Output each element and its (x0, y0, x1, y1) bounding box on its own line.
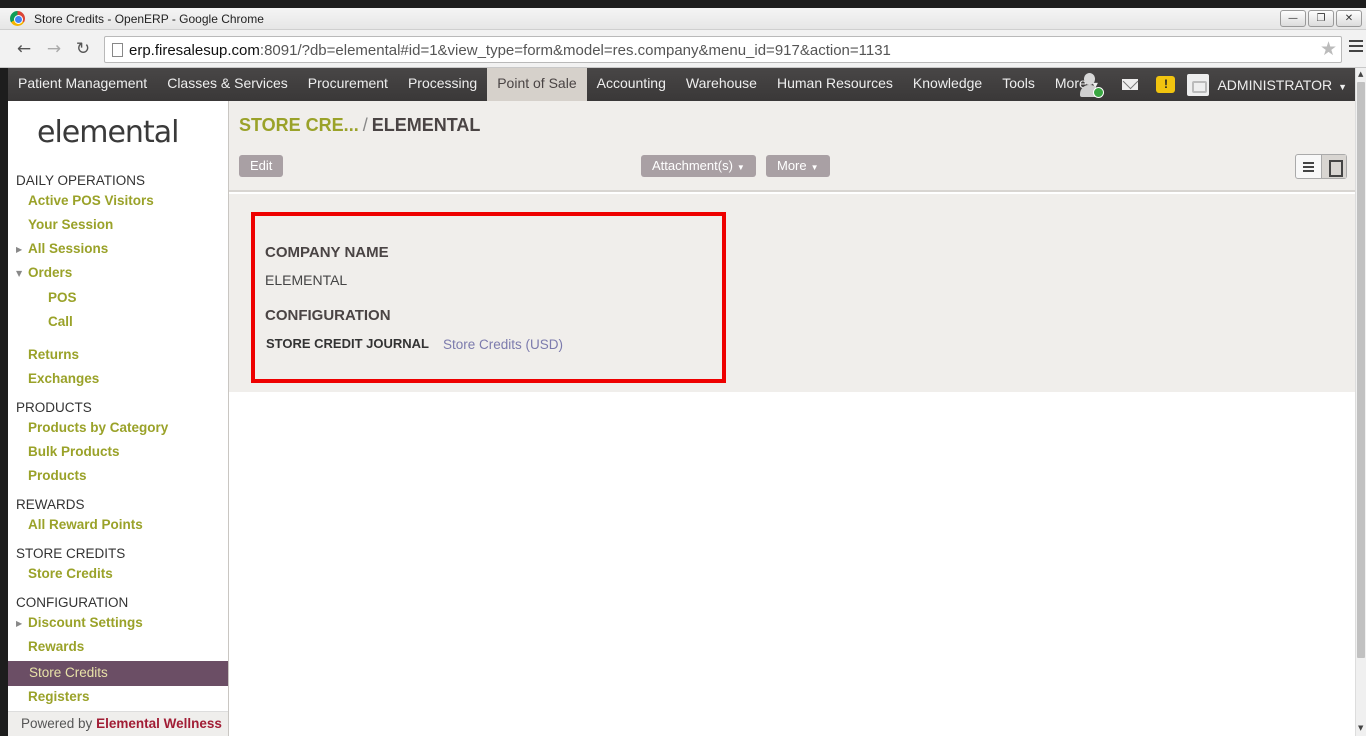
page-icon (112, 43, 123, 57)
url-text[interactable]: erp.firesalesup.com:8091/?db=elemental#i… (129, 42, 891, 59)
menu-knowledge[interactable]: Knowledge (903, 68, 992, 101)
more-button[interactable]: More ▼ (766, 155, 830, 177)
user-name: ADMINISTRATOR (1217, 76, 1333, 93)
scroll-down-icon[interactable]: ▼ (1358, 724, 1363, 732)
close-window-button[interactable]: ✕ (1336, 10, 1362, 27)
sidebar-item-orders[interactable]: ▼ Orders (16, 265, 73, 280)
sidebar-item-discount-settings-label: Discount Settings (28, 615, 143, 630)
top-menu-bar: Patient Management Classes & Services Pr… (8, 68, 1355, 101)
sidebar-item-all-reward-points[interactable]: All Reward Points (28, 517, 143, 532)
company-name-label: COMPANY NAME (265, 244, 389, 261)
menu-accounting[interactable]: Accounting (587, 68, 676, 101)
menu-tools[interactable]: Tools (992, 68, 1045, 101)
form-view-icon[interactable] (1321, 155, 1346, 178)
section-rewards: REWARDS (16, 497, 85, 512)
sidebar-item-products-by-category[interactable]: Products by Category (28, 420, 168, 435)
sidebar-item-all-sessions-label: All Sessions (28, 241, 109, 256)
breadcrumb-current: ELEMENTAL (371, 115, 481, 135)
main-content: STORE CRE... / ELEMENTAL Edit Attachment(s… (229, 101, 1355, 736)
menu-human-resources[interactable]: Human Resources (767, 68, 903, 101)
section-configuration: CONFIGURATION (16, 595, 129, 610)
sidebar-item-products[interactable]: Products (28, 468, 87, 483)
store-credit-journal-link[interactable]: Store Credits (USD) (443, 337, 563, 352)
restore-button[interactable]: ❐ (1308, 10, 1334, 27)
menu-processing[interactable]: Processing (398, 68, 487, 101)
breadcrumb-link[interactable]: STORE CRE... (239, 115, 359, 135)
bookmark-star-icon[interactable]: ★ (1320, 38, 1337, 60)
sidebar-item-all-sessions[interactable]: ▶ All Sessions (16, 241, 109, 256)
view-header: STORE CRE... / ELEMENTAL Edit Attachment(s… (229, 101, 1355, 192)
page-scrollbar[interactable]: ▲ ▼ (1355, 68, 1366, 736)
powered-by-footer: Powered by Elemental Wellness (8, 711, 228, 736)
reload-icon[interactable]: ↻ (73, 39, 93, 59)
address-bar[interactable]: erp.firesalesup.com:8091/?db=elemental#i… (104, 36, 1342, 63)
list-view-icon[interactable] (1296, 155, 1321, 178)
breadcrumb-separator: / (362, 115, 368, 135)
expand-arrow-icon[interactable]: ▶ (16, 619, 22, 628)
scroll-up-icon[interactable]: ▲ (1358, 70, 1363, 78)
user-menu[interactable]: ADMINISTRATOR ▼ (1217, 77, 1347, 93)
mail-icon[interactable] (1122, 79, 1139, 90)
menu-procurement[interactable]: Procurement (298, 68, 398, 101)
sidebar-item-orders-label: Orders (28, 265, 73, 280)
powered-by-text: Powered by (21, 716, 93, 731)
caret-down-icon: ▼ (736, 163, 745, 172)
collapse-arrow-icon[interactable]: ▼ (16, 269, 22, 278)
menu-warehouse[interactable]: Warehouse (676, 68, 767, 101)
section-daily-operations: DAILY OPERATIONS (16, 173, 146, 188)
back-arrow-icon[interactable]: ← (14, 39, 34, 59)
sidebar-item-pos[interactable]: POS (48, 290, 77, 305)
caret-down-icon: ▼ (810, 163, 819, 172)
elemental-logo[interactable]: elemental (37, 115, 179, 150)
browser-toolbar: ← → ↻ erp.firesalesup.com:8091/?db=eleme… (0, 30, 1366, 68)
sidebar: elemental DAILY OPERATIONS Active POS Vi… (8, 101, 229, 736)
sidebar-item-config-store-credits[interactable]: Store Credits (8, 661, 228, 686)
chrome-menu-icon[interactable] (1349, 40, 1363, 56)
user-status-icon[interactable] (1078, 72, 1105, 98)
avatar[interactable] (1187, 73, 1210, 96)
sidebar-item-registers[interactable]: Registers (28, 689, 90, 704)
configuration-label: CONFIGURATION (265, 307, 391, 324)
minimize-button[interactable]: — (1280, 10, 1306, 27)
company-name-value: ELEMENTAL (265, 272, 348, 288)
breadcrumb: STORE CRE... / ELEMENTAL (239, 115, 480, 136)
menu-classes-services[interactable]: Classes & Services (157, 68, 298, 101)
attachments-button[interactable]: Attachment(s) ▼ (641, 155, 756, 177)
view-switcher (1295, 154, 1347, 179)
attachments-label: Attachment(s) (652, 158, 733, 173)
sidebar-item-exchanges[interactable]: Exchanges (28, 371, 99, 386)
section-products: PRODUCTS (16, 400, 92, 415)
warning-icon[interactable]: ! (1156, 76, 1176, 93)
store-credit-journal-label: STORE CREDIT JOURNAL (266, 336, 429, 351)
menu-patient-management[interactable]: Patient Management (8, 68, 157, 101)
sidebar-item-discount-settings[interactable]: ▶ Discount Settings (16, 615, 143, 630)
window-title: Store Credits - OpenERP - Google Chrome (34, 12, 264, 26)
section-store-credits: STORE CREDITS (16, 546, 126, 561)
browser-window: Store Credits - OpenERP - Google Chrome … (0, 0, 1366, 736)
powered-by-link[interactable]: Elemental Wellness (96, 716, 222, 731)
sidebar-item-active-pos-visitors[interactable]: Active POS Visitors (28, 193, 154, 208)
sidebar-item-call[interactable]: Call (48, 314, 73, 329)
forward-arrow-icon[interactable]: → (44, 39, 64, 59)
sidebar-item-your-session[interactable]: Your Session (28, 217, 113, 232)
chrome-logo-icon (10, 11, 25, 26)
scroll-thumb[interactable] (1357, 82, 1365, 658)
expand-arrow-icon[interactable]: ▶ (16, 245, 22, 254)
sidebar-item-bulk-products[interactable]: Bulk Products (28, 444, 120, 459)
menu-point-of-sale[interactable]: Point of Sale (487, 68, 587, 101)
edit-button[interactable]: Edit (239, 155, 284, 177)
more-label: More (777, 158, 807, 173)
highlight-box (251, 212, 726, 383)
title-bar: Store Credits - OpenERP - Google Chrome … (0, 8, 1366, 30)
sidebar-item-rewards[interactable]: Rewards (28, 639, 84, 654)
sidebar-item-returns[interactable]: Returns (28, 347, 79, 362)
caret-down-icon: ▼ (1338, 81, 1347, 92)
sidebar-item-store-credits[interactable]: Store Credits (28, 566, 113, 581)
